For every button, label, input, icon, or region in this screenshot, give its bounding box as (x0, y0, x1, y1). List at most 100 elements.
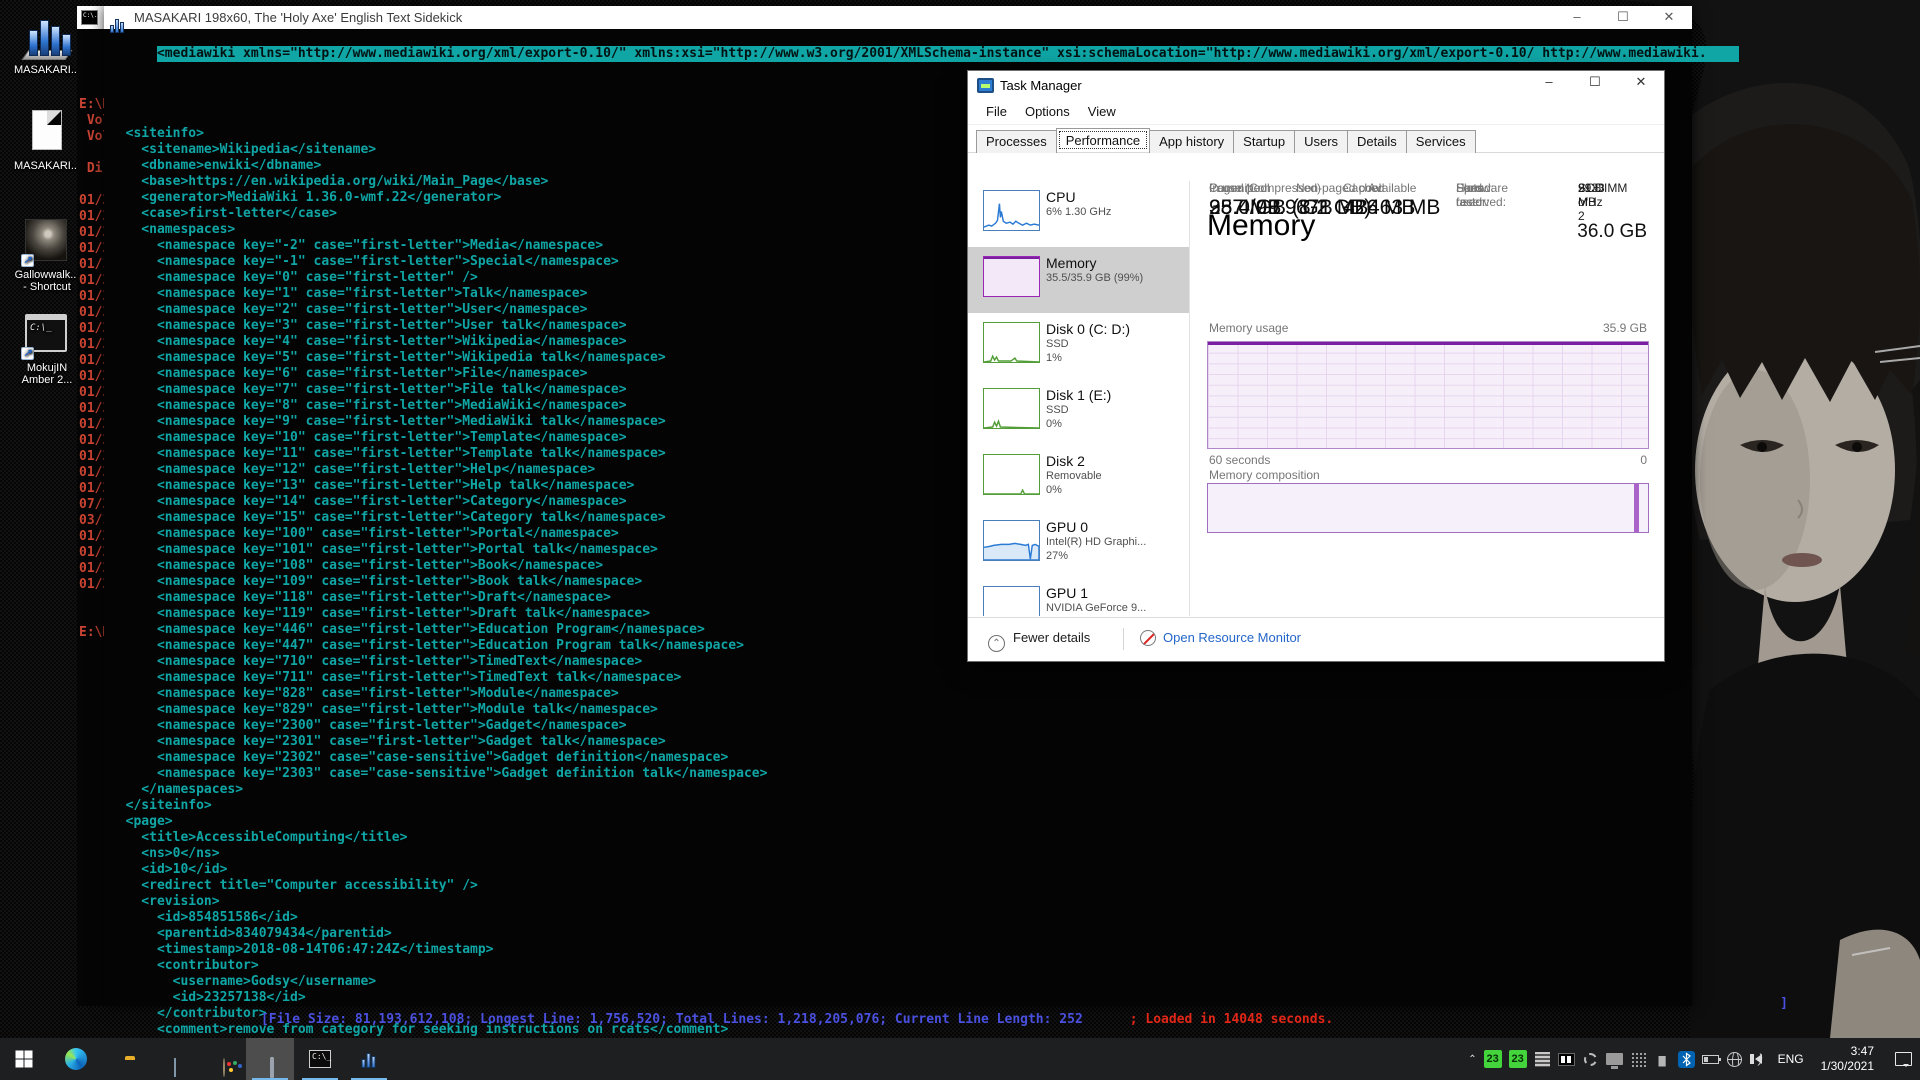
console-xml-line: </namespaces> (110, 782, 1692, 798)
minimize-button[interactable]: – (1526, 71, 1572, 101)
language-indicator[interactable]: ENG (1774, 1052, 1808, 1066)
tab[interactable]: App history (1149, 130, 1234, 153)
console-output-line (79, 609, 104, 625)
resource-sub1: 35.5/35.9 GB (99%) (1046, 271, 1189, 285)
action-center-icon[interactable] (1895, 1052, 1912, 1066)
taskbar-command-prompt-button[interactable]: C:\_ (296, 1038, 344, 1080)
taskbar-paint-button[interactable] (199, 1038, 247, 1080)
start-button[interactable] (0, 1038, 48, 1080)
tablet-utility-icon[interactable] (1582, 1051, 1599, 1068)
console-xml-line: <namespace key="2303" case="case-sensiti… (110, 766, 1692, 782)
console-xml-line: <username>Godsy</username> (110, 974, 1692, 990)
taskbar-file-explorer-button[interactable] (101, 1038, 149, 1080)
network-globe-icon[interactable] (1726, 1051, 1743, 1068)
close-button[interactable]: ✕ (1646, 6, 1692, 29)
display-icon[interactable] (1606, 1051, 1623, 1068)
console-xml-line: <id>10</id> (110, 862, 1692, 878)
console-icon: C:\. (81, 10, 98, 25)
console-titlebar[interactable]: MASAKARI 198x60, The 'Holy Axe' English … (104, 6, 1692, 29)
performance-sidebar-item[interactable]: Memory 35.5/35.9 GB (99%) (968, 247, 1189, 313)
resource-sub2: 0% (1046, 417, 1189, 431)
console-output-line: 01/2 (79, 417, 104, 433)
hardware-monitor-icon[interactable] (1534, 1051, 1551, 1068)
maximize-button[interactable]: ☐ (1600, 6, 1646, 29)
console-output-line: 01/2 (79, 433, 104, 449)
taskbar-task-manager-button[interactable] (246, 1038, 294, 1080)
performance-sidebar-item[interactable]: GPU 0 Intel(R) HD Graphi... 27% (968, 511, 1189, 577)
console-output-line: 01/2 (79, 193, 104, 209)
tab[interactable]: Performance (1056, 128, 1150, 152)
performance-sidebar: CPU 6% 1.30 GHz Memory 35.5/35.9 GB (99%… (968, 181, 1190, 616)
taskbar-edge-button[interactable] (52, 1038, 100, 1080)
minimize-button[interactable]: – (1554, 6, 1600, 29)
speaker-icon[interactable] (1750, 1051, 1767, 1068)
console-output-line: 01/2 (79, 401, 104, 417)
console-output-line: 01/2 (79, 577, 104, 593)
show-hidden-icons-chevron[interactable]: ⌃ (1468, 1054, 1476, 1065)
console-highlighted-line: <mediawiki xmlns="http://www.mediawiki.o… (157, 46, 1739, 62)
performance-sidebar-item[interactable]: Disk 2 Removable 0% (968, 445, 1189, 511)
taskbar-notepad-button[interactable] (150, 1038, 198, 1080)
maximize-button[interactable]: ☐ (1572, 71, 1618, 101)
background-console-window[interactable]: C:\. E:\M Vol Vol Dir01/201/201/201/201/… (77, 6, 104, 1006)
console-output-line: Dir (79, 161, 104, 177)
composition-label: Memory composition (1209, 468, 1320, 482)
grid-utility-icon[interactable] (1630, 1051, 1647, 1068)
resource-name: Disk 2 (1046, 453, 1189, 469)
task-manager-tabs: ProcessesPerformanceApp historyStartupUs… (968, 125, 1664, 153)
window-title: MASAKARI 198x60, The 'Holy Axe' English … (134, 6, 462, 29)
console-output-line: 01/2 (79, 529, 104, 545)
resource-sub2: 1% (1046, 351, 1189, 365)
resource-name: Disk 1 (E:) (1046, 387, 1189, 403)
tab[interactable]: Services (1406, 130, 1476, 153)
console-xml-line: <redirect title="Computer accessibility"… (110, 878, 1692, 894)
background-console-titlebar: C:\. (77, 6, 104, 29)
menu-item[interactable]: Options (1016, 101, 1079, 122)
console-output-line: 01/2 (79, 545, 104, 561)
resource-name: GPU 0 (1046, 519, 1189, 535)
performance-sidebar-item[interactable]: Disk 1 (E:) SSD 0% (968, 379, 1189, 445)
performance-sidebar-item[interactable]: CPU 6% 1.30 GHz (968, 181, 1189, 247)
console-output-line: 01/2 (79, 449, 104, 465)
clock[interactable]: 3:47 1/30/2021 (1815, 1044, 1880, 1074)
detail-label: Hardware reserved: (1456, 181, 1508, 209)
open-resource-monitor-link[interactable]: Open Resource Monitor (1140, 630, 1301, 646)
menu-item[interactable]: View (1079, 101, 1125, 122)
temperature-badge[interactable]: 23 (1484, 1050, 1502, 1068)
console-xml-line: </siteinfo> (110, 798, 1692, 814)
tray-date: 1/30/2021 (1821, 1059, 1874, 1074)
masakari-app-icon (362, 1050, 377, 1068)
console-output-line: 01/2 (79, 385, 104, 401)
footer-divider (1123, 628, 1124, 650)
stat-label: Paged pool (1209, 181, 1270, 195)
tab[interactable]: Processes (976, 130, 1057, 153)
console-output-line: Vol (79, 113, 104, 129)
menu-item[interactable]: File (977, 101, 1016, 122)
temperature-badge[interactable]: 23 (1509, 1050, 1527, 1068)
mini-graph (983, 520, 1040, 561)
performance-sidebar-item[interactable]: GPU 1 NVIDIA GeForce 9... 0% (968, 577, 1189, 616)
task-manager-title: Task Manager (1000, 71, 1082, 101)
stat-value: 671 MB (1296, 196, 1368, 220)
fewer-details-button[interactable]: ⌃Fewer details (988, 630, 1090, 652)
console-xml-line: <namespace key="2302" case="case-sensiti… (110, 750, 1692, 766)
usage-label: Memory usage (1209, 321, 1288, 335)
task-manager-titlebar[interactable]: Task Manager – ☐ ✕ (968, 71, 1664, 101)
bluetooth-icon[interactable] (1678, 1051, 1695, 1068)
close-button[interactable]: ✕ (1618, 71, 1664, 101)
performance-sidebar-item[interactable]: Disk 0 (C: D:) SSD 1% (968, 313, 1189, 379)
dual-pane-app-icon[interactable] (1558, 1051, 1575, 1068)
taskbar-masakari-button[interactable] (345, 1038, 393, 1080)
tab[interactable]: Users (1294, 130, 1348, 153)
safely-remove-usb-icon[interactable] (1654, 1051, 1671, 1068)
resource-sub2: 27% (1046, 549, 1189, 563)
status-bracket: ] (1780, 996, 1788, 1012)
masakari-app-icon (110, 10, 126, 25)
console-status-line: [File Size: 81,193,612,108; Longest Line… (214, 996, 1792, 1012)
tab[interactable]: Startup (1233, 130, 1295, 153)
mini-graph (983, 388, 1040, 429)
task-manager-menubar: FileOptionsView (968, 101, 1664, 125)
resource-sub1: NVIDIA GeForce 9... (1046, 601, 1189, 615)
tab[interactable]: Details (1347, 130, 1407, 153)
power-plug-icon[interactable] (1702, 1051, 1719, 1068)
